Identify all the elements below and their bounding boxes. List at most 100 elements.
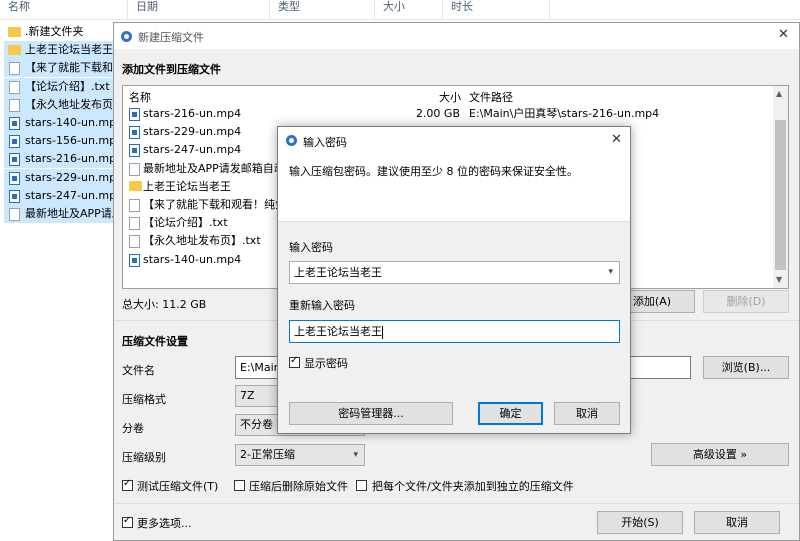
password-description-area: 输入压缩包密码。建议使用至少 8 位的密码来保证安全性。 [278, 154, 630, 222]
explorer-item-name: stars-140-un.mp4 [25, 116, 113, 129]
text-cursor [382, 325, 383, 339]
split-label: 分卷 [122, 422, 144, 435]
column-duration[interactable]: 时长 [443, 0, 550, 20]
column-name[interactable]: 名称 [0, 0, 128, 20]
cancel-button[interactable]: 取消 [694, 511, 780, 534]
header-name[interactable]: 名称 [129, 89, 151, 105]
column-size[interactable]: 大小 [375, 0, 443, 20]
enter-password-value: 上老王论坛当老王 [294, 266, 382, 279]
explorer-item-name: 最新地址及APP请发 [25, 207, 113, 220]
file-name: 【来了就能下载和观看！纯免费 [143, 198, 297, 211]
ok-button[interactable]: 确定 [478, 402, 543, 425]
more-options-label: 更多选项... [137, 517, 192, 530]
dialog-title-bar: 新建压缩文件 ✕ [114, 23, 799, 49]
file-list-row[interactable]: stars-216-un.mp4 2.00 GB E:\Main\户田真琴\star… [123, 105, 775, 123]
chevron-down-icon[interactable]: ▾ [608, 262, 613, 283]
delete-button[interactable]: 删除(D) [703, 290, 789, 313]
divider [114, 503, 799, 504]
total-size: 总大小: 11.2 GB [122, 298, 207, 311]
text-file-icon [129, 235, 140, 249]
level-select[interactable]: 2-正常压缩 ▾ [235, 444, 365, 466]
password-manager-button[interactable]: 密码管理器... [289, 402, 453, 425]
explorer-list-item[interactable]: 【来了就能下载和观看 [4, 59, 113, 78]
test-archive-checkbox[interactable] [122, 478, 133, 491]
start-button[interactable]: 开始(S) [597, 511, 683, 534]
archive-app-icon [286, 135, 297, 146]
explorer-column-header: 名称 日期 类型 大小 时长 [0, 0, 800, 20]
password-cancel-button[interactable]: 取消 [554, 402, 620, 425]
text-file-icon [9, 98, 20, 112]
explorer-list-item[interactable]: 最新地址及APP请发 [4, 205, 113, 223]
folder-icon [129, 180, 142, 191]
explorer-item-name: stars-247-un.mp4 [25, 188, 113, 202]
each-separate-checkbox[interactable] [356, 480, 367, 491]
explorer-list-item[interactable]: stars-229-un.mp4 [4, 168, 113, 187]
close-icon[interactable]: ✕ [778, 27, 789, 42]
enter-password-label: 输入密码 [289, 241, 333, 254]
video-file-icon [129, 108, 140, 121]
format-value: 7Z [240, 389, 255, 402]
explorer-item-name: stars-229-un.mp4 [25, 170, 113, 184]
explorer-item-name: 【来了就能下载和观看 [25, 61, 113, 75]
explorer-list-item[interactable]: stars-156-un.mp4 [4, 132, 113, 151]
column-type[interactable]: 类型 [270, 0, 375, 20]
file-list-scrollbar[interactable]: ▲ ▼ [773, 86, 788, 288]
header-size[interactable]: 大小 [439, 89, 461, 105]
header-path[interactable]: 文件路径 [469, 89, 513, 105]
file-name: stars-229-un.mp4 [143, 125, 242, 139]
delete-after-label: 压缩后删除原始文件 [249, 480, 348, 493]
settings-heading: 压缩文件设置 [122, 335, 188, 348]
explorer-list-item[interactable]: stars-247-un.mp4 [4, 186, 113, 205]
file-name: 【论坛介绍】.txt [143, 216, 228, 230]
file-name: 上老王论坛当老王 [143, 179, 231, 193]
reenter-password-value: 上老王论坛当老王 [294, 325, 382, 338]
video-file-icon [129, 126, 140, 140]
show-password-checkbox[interactable] [289, 355, 300, 368]
scroll-up-icon[interactable]: ▲ [776, 89, 782, 98]
video-file-icon [9, 153, 20, 167]
explorer-item-name: 【论坛介绍】.txt [25, 79, 110, 93]
explorer-item-name: .新建文件夹 [25, 25, 84, 38]
explorer-list-item[interactable]: 【论坛介绍】.txt [4, 77, 113, 96]
file-name: stars-216-un.mp4 [143, 107, 242, 120]
filename-label: 文件名 [122, 364, 155, 377]
video-file-icon [9, 135, 20, 149]
explorer-list-item[interactable]: stars-216-un.mp4 [4, 150, 113, 169]
column-date[interactable]: 日期 [128, 0, 270, 20]
each-separate-label: 把每个文件/文件夹添加到独立的压缩文件 [372, 480, 574, 493]
password-dialog-title: 输入密码 [303, 136, 347, 149]
file-name: 【永久地址发布页】.txt [143, 234, 261, 248]
delete-after-checkbox[interactable] [234, 480, 245, 491]
file-name: 最新地址及APP请发邮箱自动 [143, 161, 285, 175]
file-path: E:\Main\户田真琴\stars-216-un.mp4 [469, 107, 660, 120]
file-size: 2.00 GB [415, 107, 460, 120]
advanced-settings-button[interactable]: 高级设置 » [651, 443, 789, 466]
text-file-icon [129, 162, 140, 176]
close-icon[interactable]: ✕ [611, 132, 622, 147]
password-dialog-title-bar: 输入密码 ✕ [278, 127, 630, 154]
explorer-list-item[interactable]: .新建文件夹 [4, 23, 113, 41]
password-dialog: 输入密码 ✕ 输入压缩包密码。建议使用至少 8 位的密码来保证安全性。 输入密码… [277, 126, 631, 434]
scrollbar-thumb[interactable] [775, 120, 786, 270]
text-file-icon [9, 80, 20, 94]
split-value: 不分卷 [240, 418, 273, 431]
chevron-down-icon: ▾ [353, 450, 358, 460]
scroll-down-icon[interactable]: ▼ [776, 275, 782, 284]
enter-password-field[interactable]: 上老王论坛当老王 ▾ [289, 261, 620, 284]
explorer-item-name: 上老王论坛当老王 [25, 43, 113, 57]
reenter-password-field[interactable]: 上老王论坛当老王 [289, 320, 620, 343]
more-options-checkbox[interactable] [122, 515, 133, 528]
show-password-label: 显示密码 [304, 357, 348, 370]
explorer-list-item[interactable]: 【永久地址发布页】 [4, 95, 113, 114]
level-label: 压缩级别 [122, 451, 166, 464]
text-file-icon [129, 199, 140, 212]
explorer-list-item[interactable]: 上老王论坛当老王 [4, 41, 113, 60]
level-value: 2-正常压缩 [240, 448, 295, 461]
folder-icon [8, 27, 21, 37]
explorer-list-item[interactable]: stars-140-un.mp4 [4, 114, 113, 132]
text-file-icon [129, 217, 140, 231]
explorer-file-list: .新建文件夹上老王论坛当老王【来了就能下载和观看【论坛介绍】.txt 【永久地址发… [0, 20, 113, 230]
browse-button[interactable]: 浏览(B)... [703, 356, 789, 379]
folder-icon [8, 45, 21, 56]
reenter-password-label: 重新输入密码 [289, 299, 355, 312]
